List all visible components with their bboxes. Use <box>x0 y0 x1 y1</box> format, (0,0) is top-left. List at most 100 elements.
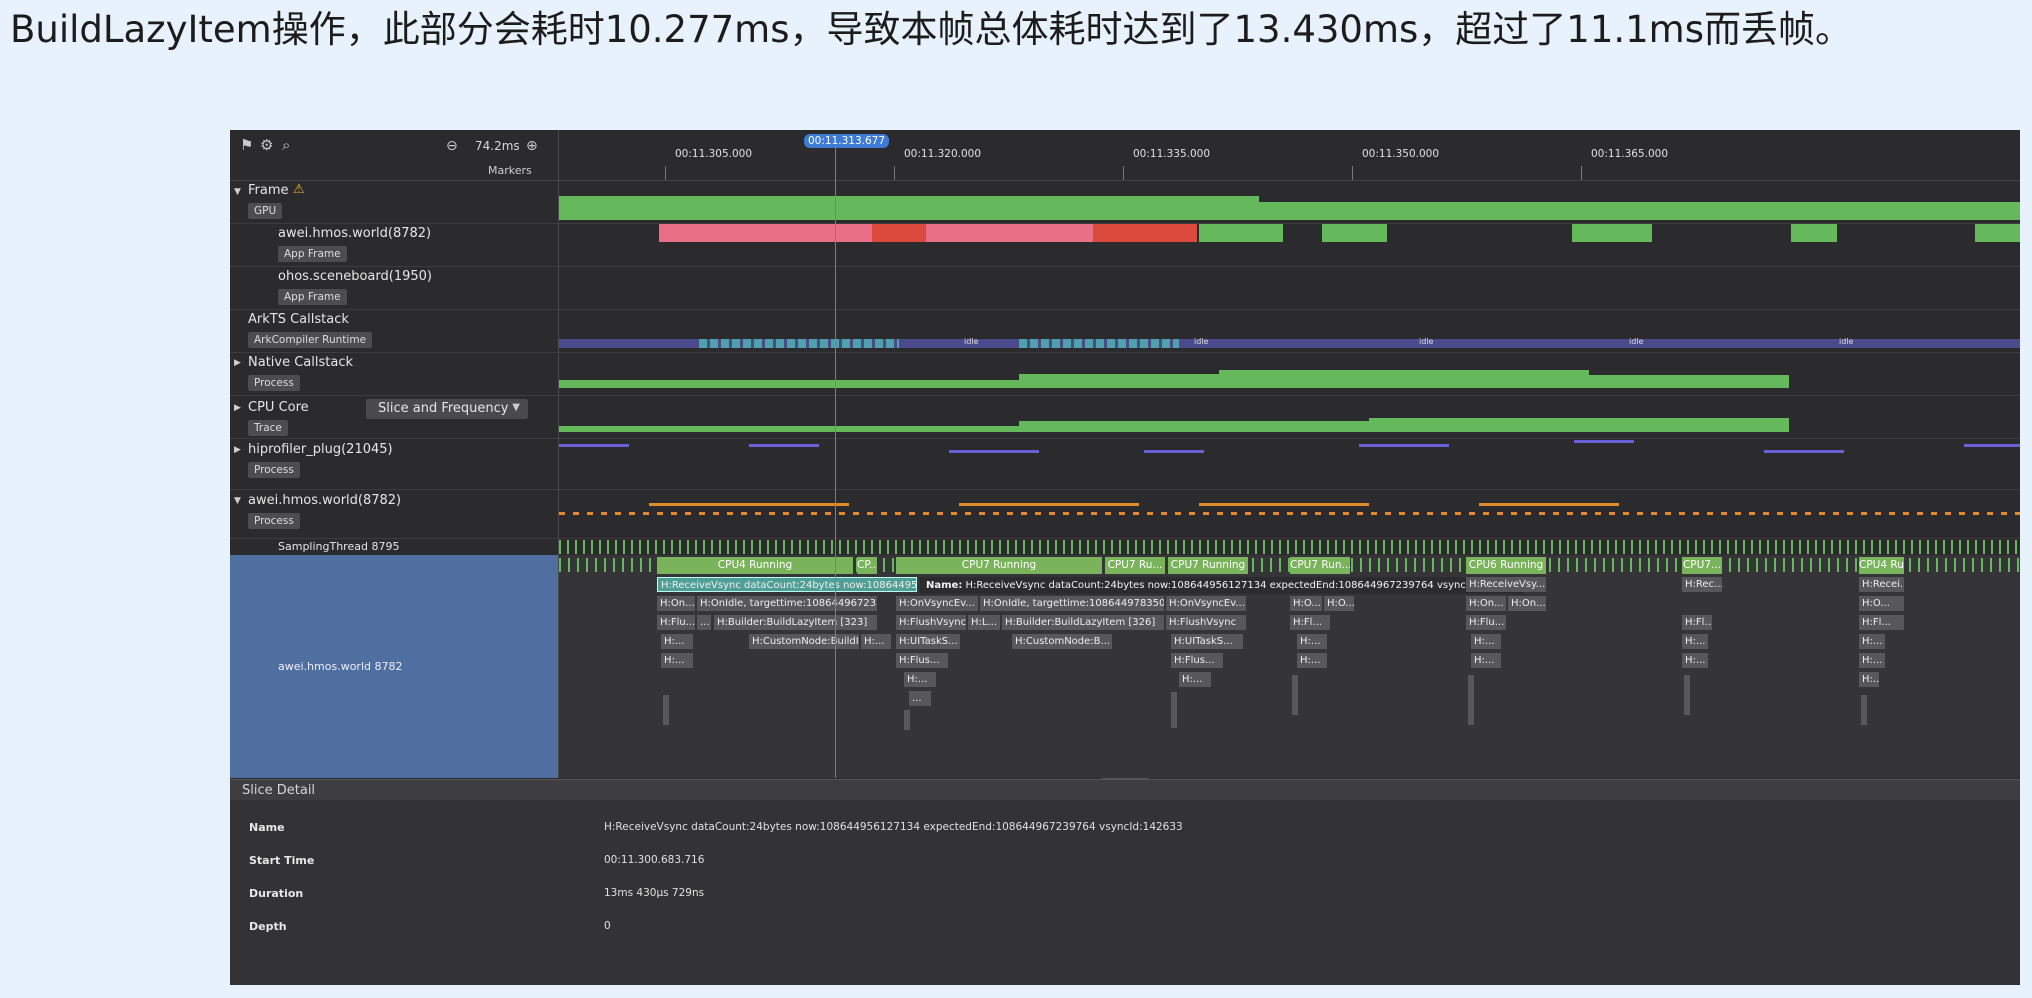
trace-slice[interactable]: H:Fl... <box>1290 615 1330 630</box>
trace-slice[interactable]: H:... <box>661 653 693 668</box>
trace-slice[interactable]: H:... <box>661 634 693 649</box>
trace-slice[interactable]: H:... <box>1179 672 1211 687</box>
cpu-running-state[interactable]: CP... <box>857 557 877 574</box>
trace-slice[interactable]: H:... <box>1859 634 1885 649</box>
track-app-frame-1[interactable]: awei.hmos.world(8782) App Frame <box>230 224 558 267</box>
trace-slice[interactable]: H:Flu... <box>657 615 695 630</box>
track-native-callstack[interactable]: ▶ Native Callstack Process <box>230 353 558 396</box>
trace-slice[interactable]: ... <box>909 691 931 706</box>
expand-arrow-icon[interactable]: ▶ <box>234 358 241 368</box>
hiprofiler-slice[interactable] <box>559 444 629 447</box>
trace-slice[interactable]: H:Flus... <box>1171 653 1223 668</box>
app-frame-bar[interactable] <box>1322 224 1387 242</box>
expand-arrow-icon[interactable]: ▶ <box>234 445 241 455</box>
trace-slice[interactable]: H:OnVsyncEv... <box>1166 596 1246 611</box>
time-ruler[interactable]: 00:11.305.000 00:11.320.000 00:11.335.00… <box>559 130 2020 181</box>
cpu-running-state[interactable]: CPU7 Running <box>1168 557 1248 574</box>
process-activity[interactable] <box>959 503 1139 506</box>
arkts-segment[interactable] <box>1019 339 1179 348</box>
trace-slice[interactable] <box>1292 675 1298 715</box>
track-sampling-thread[interactable]: SamplingThread 8795 <box>230 539 558 556</box>
trace-slice[interactable] <box>1171 692 1177 728</box>
hiprofiler-slice[interactable] <box>1764 450 1844 453</box>
trace-slice[interactable]: H:Flu... <box>1466 615 1506 630</box>
cpu-running-state[interactable]: CPU7... <box>1682 557 1722 574</box>
track-hiprofiler[interactable]: ▶ hiprofiler_plug(21045) Process <box>230 439 558 490</box>
trace-slice[interactable]: H:FlushVsync <box>1166 615 1246 630</box>
native-callstack-bar[interactable] <box>559 380 1019 388</box>
cpu-core-bar[interactable] <box>1369 418 1789 432</box>
native-callstack-bar[interactable] <box>1219 370 1589 388</box>
trace-slice[interactable]: H:OnIdle, targettime:108644967237377 <box>697 596 877 611</box>
trace-slice[interactable]: H:L... <box>968 615 1000 630</box>
app-frame-bar[interactable] <box>1975 224 2020 242</box>
arkts-segment[interactable] <box>699 339 899 348</box>
cpu-core-bar[interactable] <box>559 426 1019 432</box>
trace-slice[interactable] <box>1468 675 1474 725</box>
app-frame-bar[interactable] <box>926 224 1093 242</box>
trace-slice[interactable]: H:OnIdle, targettime:108644978350... <box>980 596 1164 611</box>
trace-slice[interactable]: H:... <box>1297 653 1327 668</box>
trace-slice[interactable]: H:Recei... <box>1859 577 1904 592</box>
app-frame-bar[interactable] <box>1093 224 1197 242</box>
track-arkts-callstack[interactable]: ArkTS Callstack ArkCompiler Runtime <box>230 310 558 353</box>
hiprofiler-slice[interactable] <box>949 450 1039 453</box>
trace-slice[interactable]: H:UITaskS... <box>1171 634 1243 649</box>
trace-slice[interactable]: H:Builder:BuildLazyItem [323] <box>714 615 877 630</box>
trace-slice[interactable]: H:O... <box>1290 596 1322 611</box>
trace-slice[interactable] <box>1684 675 1690 715</box>
trace-slice[interactable]: H:Flus... <box>896 653 948 668</box>
cpu-running-state[interactable]: CPU4 Ru... <box>1859 557 1904 574</box>
cpu-running-state[interactable]: CPU7 Running <box>896 557 1102 574</box>
trace-slice[interactable]: H:Rec... <box>1682 577 1722 592</box>
process-activity[interactable] <box>1479 503 1619 506</box>
cpu-running-state[interactable]: CPU7 Ru... <box>1105 557 1165 574</box>
trace-slice[interactable]: H:CustomNode:B... <box>1012 634 1112 649</box>
hiprofiler-slice[interactable] <box>749 444 819 447</box>
trace-slice[interactable]: ... <box>697 615 711 630</box>
track-cpu-core[interactable]: ▶ CPU Core Slice and Frequency ▼ Trace <box>230 396 558 439</box>
trace-slice[interactable]: H:... <box>1471 634 1501 649</box>
native-callstack-bar[interactable] <box>1019 374 1219 388</box>
sampling-thread-activity[interactable] <box>559 540 2020 554</box>
gpu-frame-bar[interactable] <box>559 196 1259 220</box>
timeline-area[interactable]: 00:11.305.000 00:11.320.000 00:11.335.00… <box>559 130 2020 778</box>
trace-slice[interactable]: H:O... <box>1324 596 1354 611</box>
cursor-time-badge[interactable]: 00:11.313.677 <box>804 134 890 148</box>
hiprofiler-slice[interactable] <box>1964 444 2020 447</box>
flag-icon[interactable]: ⚑ <box>240 136 253 154</box>
expand-arrow-icon[interactable]: ▼ <box>234 187 241 197</box>
trace-slice[interactable] <box>663 695 669 725</box>
trace-slice[interactable]: H:On... <box>1508 596 1546 611</box>
cpu-core-bar[interactable] <box>1019 421 1369 432</box>
app-frame-bar[interactable] <box>1791 224 1837 242</box>
trace-slice[interactable]: H:Fl... <box>1859 615 1904 630</box>
app-frame-bar[interactable] <box>1572 224 1652 242</box>
trace-slice[interactable]: H:... <box>1682 634 1708 649</box>
trace-slice[interactable]: H:On... <box>1466 596 1506 611</box>
hiprofiler-slice[interactable] <box>1574 440 1634 443</box>
cpu-running-state[interactable]: CPU6 Running <box>1466 557 1546 574</box>
trace-slice[interactable]: H:ReceiveVsy... <box>1466 577 1546 592</box>
app-frame-bar[interactable] <box>659 224 872 242</box>
time-cursor-line[interactable] <box>835 146 836 778</box>
search-icon[interactable]: ⌕ <box>282 136 290 154</box>
trace-slice[interactable]: H:OnVsyncEv... <box>896 596 978 611</box>
app-frame-bar[interactable] <box>1199 224 1283 242</box>
trace-slice[interactable]: H:... <box>861 634 891 649</box>
track-frame[interactable]: ▼ Frame ⚠ GPU <box>230 181 558 224</box>
cpu-mode-dropdown[interactable]: Slice and Frequency ▼ <box>366 399 528 419</box>
trace-slice[interactable]: H:... <box>1859 672 1879 687</box>
trace-slice[interactable]: H:... <box>1859 653 1885 668</box>
trace-slice[interactable]: H:On... <box>657 596 695 611</box>
trace-slice[interactable] <box>1861 695 1867 725</box>
expand-arrow-icon[interactable]: ▶ <box>234 403 241 413</box>
settings-icon[interactable]: ⚙ <box>260 136 273 154</box>
trace-slice[interactable]: H:... <box>904 672 936 687</box>
gpu-frame-bar[interactable] <box>1259 202 2020 220</box>
trace-slice[interactable]: H:FlushVsync <box>896 615 966 630</box>
hiprofiler-slice[interactable] <box>1144 450 1204 453</box>
track-main-thread[interactable]: awei.hmos.world 8782 <box>230 555 558 778</box>
trace-slice[interactable]: H:O... <box>1859 596 1904 611</box>
process-activity[interactable] <box>1199 503 1369 506</box>
